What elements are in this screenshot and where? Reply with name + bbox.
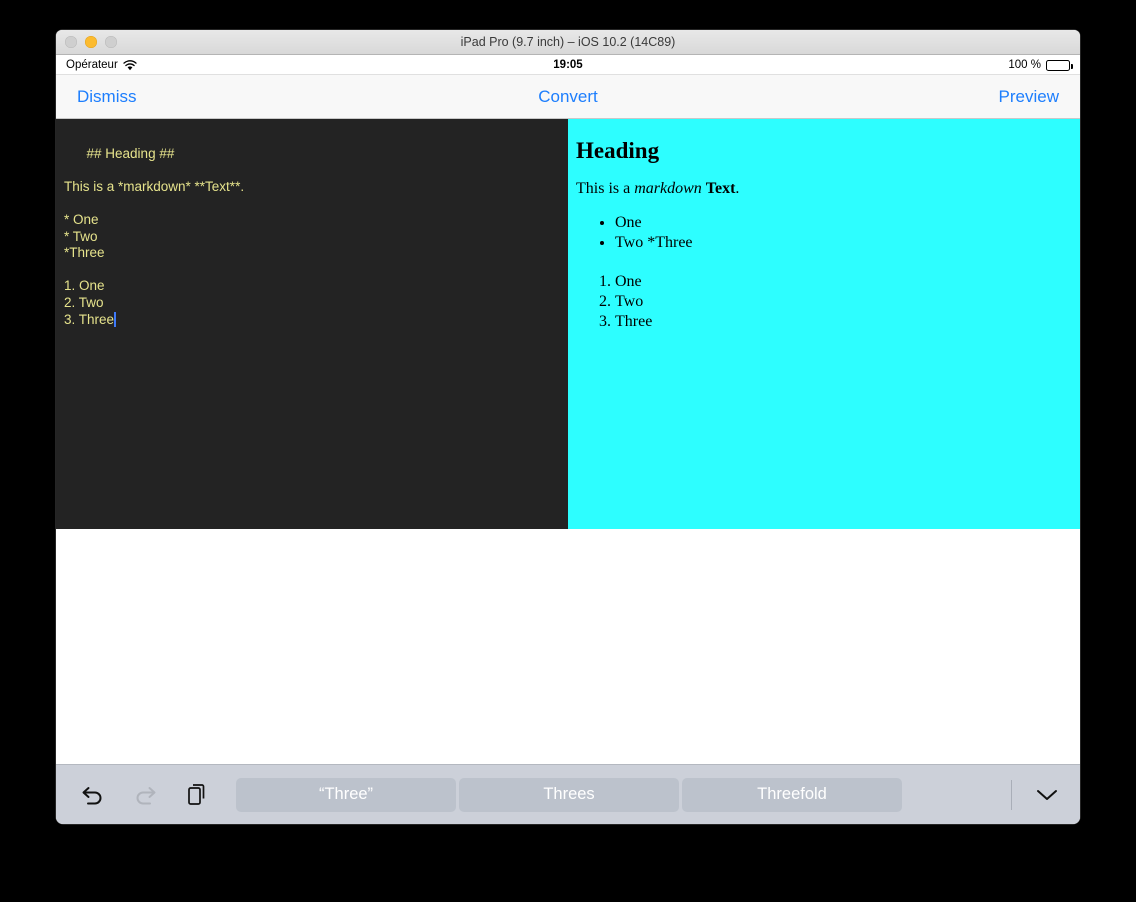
keyboard-accessory-bar: “Three” Threes Threefold (56, 764, 1080, 824)
vertical-divider (1011, 779, 1012, 810)
paragraph-bold: Text (705, 180, 736, 198)
minimize-button[interactable] (85, 36, 97, 48)
list-item: Three (615, 312, 1072, 332)
status-bar-clock: 19:05 (553, 59, 583, 71)
close-button[interactable] (65, 36, 77, 48)
paragraph-suffix: . (735, 180, 740, 198)
window-titlebar: iPad Pro (9.7 inch) – iOS 10.2 (14C89) (56, 30, 1080, 55)
editing-icon-group (56, 780, 236, 810)
preview-button[interactable]: Preview (999, 75, 1059, 119)
paragraph-italic: markdown (634, 180, 702, 198)
preview-bullet-list: One Two *Three (576, 213, 1072, 253)
editor-last-line: 3. Three (64, 311, 115, 327)
split-panes: ## Heading ## This is a *markdown* **Tex… (56, 119, 1080, 529)
list-item: One (615, 272, 1072, 292)
paragraph-prefix: This is a (576, 180, 635, 198)
content-filler-area (56, 529, 1080, 764)
suggestion-chip[interactable]: Threefold (682, 777, 902, 812)
autocorrect-suggestions: “Three” Threes Threefold (236, 777, 1011, 812)
suggestion-chip[interactable]: Threes (459, 777, 679, 812)
accessory-right-group (1011, 779, 1080, 810)
preview-numbered-list: One Two Three (576, 272, 1072, 332)
ios-status-bar: Opérateur 19:05 100 % (56, 55, 1080, 75)
navigation-bar: Dismiss Convert Preview (56, 75, 1080, 119)
suggestion-chip[interactable]: “Three” (236, 777, 456, 812)
battery-full-icon (1046, 59, 1073, 71)
paste-icon[interactable] (182, 780, 212, 810)
list-item: One (615, 213, 1072, 233)
undo-icon[interactable] (78, 780, 108, 810)
list-item: Two *Three (615, 233, 1072, 253)
markdown-preview: Heading This is a markdown Text. One Two… (568, 119, 1080, 529)
zoom-button[interactable] (105, 36, 117, 48)
status-bar-right: 100 % (1008, 55, 1073, 75)
editor-text: ## Heading ## This is a *markdown* **Tex… (64, 145, 245, 310)
preview-paragraph: This is a markdown Text. (576, 180, 1072, 198)
chevron-down-icon[interactable] (1032, 780, 1062, 810)
markdown-editor[interactable]: ## Heading ## This is a *markdown* **Tex… (56, 119, 568, 529)
convert-button[interactable]: Convert (56, 75, 1080, 119)
battery-percent-label: 100 % (1008, 59, 1041, 71)
text-caret (114, 311, 117, 327)
redo-icon[interactable] (130, 780, 160, 810)
simulator-window: iPad Pro (9.7 inch) – iOS 10.2 (14C89) O… (56, 30, 1080, 824)
traffic-lights (65, 36, 117, 48)
window-title: iPad Pro (9.7 inch) – iOS 10.2 (14C89) (460, 35, 676, 49)
list-item: Two (615, 292, 1072, 312)
preview-heading: Heading (576, 138, 660, 163)
